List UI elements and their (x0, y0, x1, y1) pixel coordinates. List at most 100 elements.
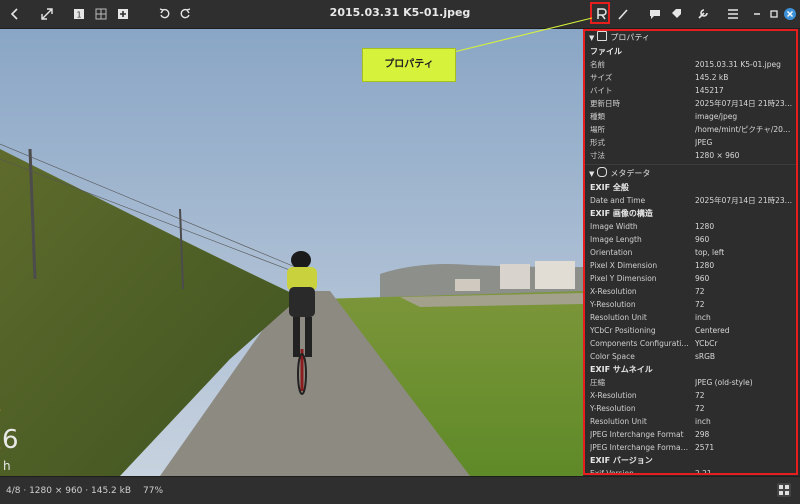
property-key: 場所 (590, 125, 605, 134)
menu-icon[interactable] (724, 5, 742, 23)
property-row: バイト 145217 (585, 84, 796, 97)
property-value: 2015.03.31 K5-01.jpeg (695, 60, 781, 69)
property-key: Y-Resolution (590, 404, 636, 413)
property-key: 名前 (590, 60, 605, 69)
property-row: Resolution Unit inch (585, 311, 796, 324)
property-key: Pixel X Dimension (590, 261, 658, 270)
property-key: Components Configuration (590, 339, 690, 348)
close-icon[interactable] (781, 5, 799, 23)
property-row: サイズ 145.2 kB (585, 71, 796, 84)
rotate-left-icon[interactable] (156, 5, 174, 23)
property-key: Resolution Unit (590, 417, 647, 426)
property-value: 960 (695, 274, 710, 283)
property-row: Exif Version 2.21 (585, 467, 796, 475)
property-value: 2.21 (695, 469, 712, 475)
property-key: サイズ (590, 73, 613, 82)
property-value: 1280 × 960 (695, 151, 740, 160)
properties-callout: プロパティ (362, 48, 456, 82)
property-value: JPEG (695, 138, 713, 147)
property-key: 形式 (590, 138, 605, 147)
property-row: Image Width 1280 (585, 220, 796, 233)
property-row: Color Space sRGB (585, 350, 796, 363)
add-icon[interactable] (114, 5, 132, 23)
fullscreen-icon[interactable] (38, 5, 56, 23)
back-icon[interactable] (6, 5, 24, 23)
property-row: X-Resolution 72 (585, 389, 796, 402)
single-page-icon[interactable]: 1 (70, 5, 88, 23)
property-key: 圧縮 (590, 378, 605, 387)
property-key: Resolution Unit (590, 313, 647, 322)
speed-readout: 6 (2, 425, 19, 455)
property-key: Y-Resolution (590, 300, 636, 309)
tools-icon[interactable] (694, 5, 712, 23)
property-value: 298 (695, 430, 710, 439)
property-row: 更新日時 2025年07月14日 21時23分12秒 (585, 97, 796, 110)
property-key: X-Resolution (590, 391, 637, 400)
property-key: JPEG Interchange Format L... (590, 443, 690, 452)
grid-view-icon[interactable] (92, 5, 110, 23)
zoom-level[interactable]: 77% (143, 486, 163, 496)
photo: 6 h (0, 29, 583, 476)
property-row: Pixel Y Dimension 960 (585, 272, 796, 285)
property-row: Orientation top, left (585, 246, 796, 259)
property-value: 2025年07月14日 21時23分12秒 (695, 99, 795, 108)
property-row: 寸法 1280 × 960 (585, 149, 796, 162)
property-row: 圧縮 JPEG (old-style) (585, 376, 796, 389)
property-value: image/jpeg (695, 112, 738, 121)
property-key: YCbCr Positioning (590, 326, 656, 335)
property-value: 72 (695, 287, 705, 296)
tag-icon[interactable] (668, 5, 686, 23)
property-key: 種類 (590, 112, 605, 121)
file-group-title: ファイル (590, 47, 622, 56)
property-value: 1280 (695, 222, 715, 231)
property-value: inch (695, 417, 711, 426)
comment-icon[interactable] (646, 5, 664, 23)
thumbnail-grid-icon[interactable] (777, 483, 791, 497)
metadata-section-header[interactable]: ▼ メタデータ (585, 167, 796, 181)
document-icon (597, 31, 608, 41)
properties-section-header[interactable]: ▼ プロパティ (585, 31, 796, 45)
property-row: Y-Resolution 72 (585, 402, 796, 415)
property-row: Date and Time 2025年07月14日 21時23分12秒 (585, 194, 796, 207)
property-key: Color Space (590, 352, 635, 361)
property-row: 種類 image/jpeg (585, 110, 796, 123)
property-value: 2571 (695, 443, 715, 452)
triangle-down-icon: ▼ (589, 34, 595, 42)
property-row: Y-Resolution 72 (585, 298, 796, 311)
property-value: inch (695, 313, 711, 322)
triangle-down-icon: ▼ (589, 170, 595, 178)
property-key: Date and Time (590, 196, 646, 205)
rotate-right-icon[interactable] (176, 5, 194, 23)
properties-highlight (590, 2, 610, 24)
property-key: X-Resolution (590, 287, 637, 296)
status-bar: 4/8 · 1280 × 960 · 145.2 kB 77% (0, 476, 800, 504)
property-key: JPEG Interchange Format (590, 430, 684, 439)
exif-version-title: EXIF バージョン (590, 456, 653, 465)
property-value: 72 (695, 300, 705, 309)
property-row: Pixel X Dimension 1280 (585, 259, 796, 272)
properties-panel: ▼ プロパティ ファイル 名前 2015.03.31 K5-01.jpeg サイズ 14… (583, 29, 798, 475)
property-row: Resolution Unit inch (585, 415, 796, 428)
window-title: 2015.03.31 K5-01.jpeg (329, 6, 471, 19)
property-key: バイト (590, 86, 613, 95)
property-key: 更新日時 (590, 99, 620, 108)
property-value: 145217 (695, 86, 724, 95)
property-value: top, left (695, 248, 725, 257)
property-key: Exif Version (590, 469, 634, 475)
property-row: Components Configuration YCbCr (585, 337, 796, 350)
minimize-icon[interactable] (748, 5, 766, 23)
exif-thumb-title: EXIF サムネイル (590, 365, 653, 374)
edit-brush-icon[interactable] (614, 5, 632, 23)
property-key: Orientation (590, 248, 633, 257)
property-value: 72 (695, 404, 705, 413)
property-row: 場所/home/mint/ピクチャ/2015.03... (585, 123, 796, 136)
property-row: YCbCr Positioning Centered (585, 324, 796, 337)
property-value: sRGB (695, 352, 716, 361)
property-key: Image Width (590, 222, 638, 231)
property-value: /home/mint/ピクチャ/2015.03... (695, 125, 795, 134)
header-bar: 1 2015.03.31 K5-01.jpeg (0, 0, 800, 29)
property-row: JPEG Interchange Format L... 2571 (585, 441, 796, 454)
image-viewport[interactable]: 6 h (0, 29, 583, 476)
svg-text:1: 1 (76, 11, 81, 20)
property-key: Image Length (590, 235, 642, 244)
